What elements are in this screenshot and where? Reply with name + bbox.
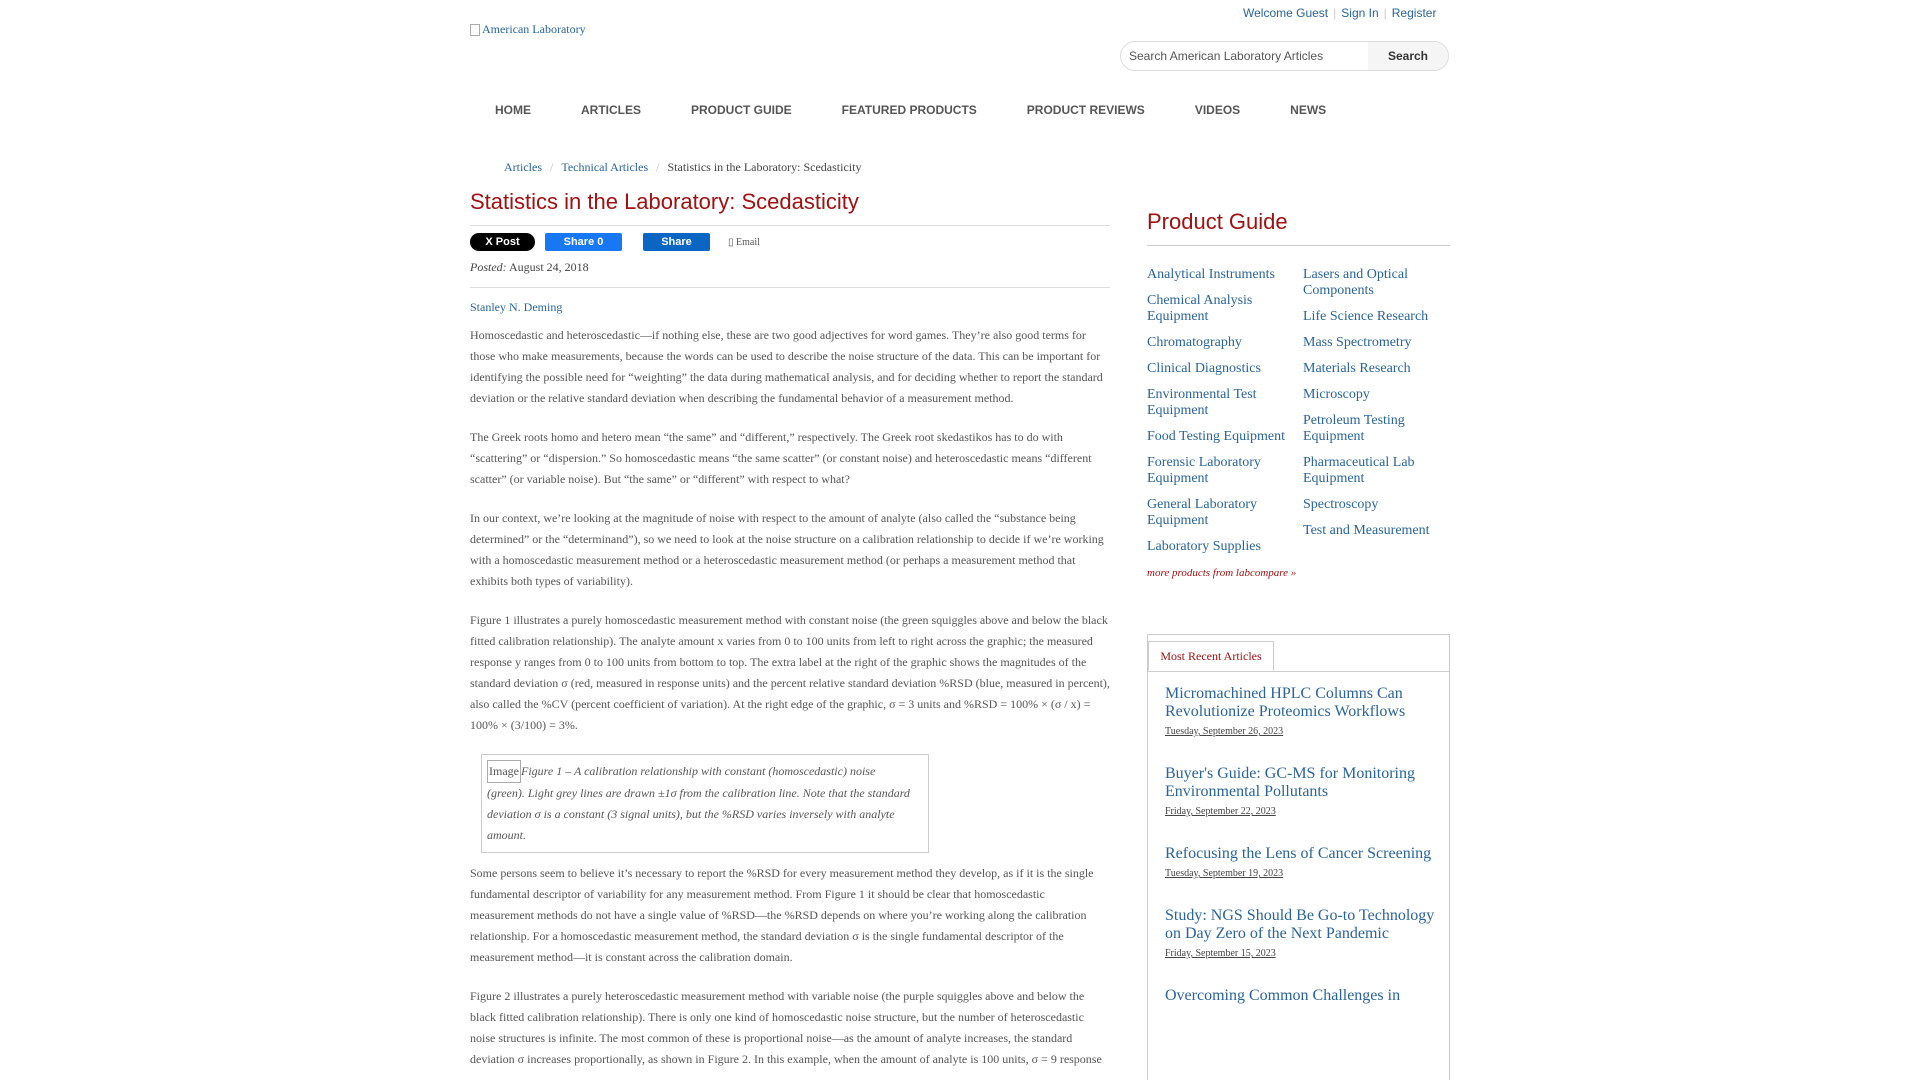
breadcrumb-current: Statistics in the Laboratory: Scedastici… (667, 160, 862, 174)
nav-product-guide[interactable]: PRODUCT GUIDE (666, 101, 817, 119)
divider: | (1333, 6, 1337, 20)
list-item: Study: NGS Should Be Go-to Technology on… (1165, 907, 1440, 959)
product-link[interactable]: Petroleum Testing Equipment (1303, 413, 1450, 445)
home-icon[interactable] (478, 161, 492, 174)
tab-divider (1148, 671, 1449, 672)
recent-article-link[interactable]: Micromachined HPLC Columns Can Revolutio… (1165, 685, 1440, 721)
product-link[interactable]: Spectroscopy (1303, 497, 1450, 513)
search-input[interactable]: Search American Laboratory Articles (1121, 49, 1368, 63)
product-guide-col1: Analytical Instruments Chemical Analysis… (1147, 257, 1303, 555)
linkedin-share-button[interactable]: Share (643, 233, 710, 251)
facebook-share-button[interactable]: Share 0 (545, 233, 622, 251)
divider: | (1383, 6, 1387, 20)
share-row: X Post Share 0 Share ▯ Email (470, 232, 1110, 252)
product-link[interactable]: Chemical Analysis Equipment (1147, 293, 1303, 325)
product-link[interactable]: Food Testing Equipment (1147, 429, 1303, 445)
recent-article-date: Tuesday, September 19, 2023 (1165, 868, 1284, 879)
nav-featured-products[interactable]: FEATURED PRODUCTS (817, 101, 1002, 119)
product-link[interactable]: Test and Measurement (1303, 523, 1450, 539)
article-title: Statistics in the Laboratory: Scedastici… (470, 189, 1110, 226)
product-guide-title: Product Guide (1147, 209, 1450, 246)
product-link[interactable]: Forensic Laboratory Equipment (1147, 455, 1303, 487)
recent-articles-panel: Most Recent Articles Micromachined HPLC … (1147, 634, 1450, 1080)
product-link[interactable]: Chromatography (1147, 335, 1303, 351)
article-main: Statistics in the Laboratory: Scedastici… (470, 189, 1110, 1070)
product-link[interactable]: Mass Spectrometry (1303, 335, 1450, 351)
recent-article-link[interactable]: Refocusing the Lens of Cancer Screening (1165, 845, 1440, 863)
welcome-text: Welcome Guest (1243, 6, 1329, 20)
figure-image-placeholder: Image (487, 760, 521, 783)
main-nav: HOME ARTICLES PRODUCT GUIDE FEATURED PRO… (470, 101, 1351, 119)
figure-1: Image Figure 1 – A calibration relationsh… (481, 754, 929, 853)
email-link[interactable]: ▯ Email (728, 237, 760, 248)
article-paragraph: Figure 1 illustrates a purely homoscedas… (470, 613, 1110, 732)
article-paragraph: Some persons seem to believe it’s necess… (470, 866, 1094, 964)
product-link[interactable]: Pharmaceutical Lab Equipment (1303, 455, 1450, 487)
product-link[interactable]: Clinical Diagnostics (1147, 361, 1303, 377)
product-guide-grid: Analytical Instruments Chemical Analysis… (1147, 257, 1450, 555)
more-products-link[interactable]: more products from labcompare » (1147, 567, 1450, 579)
product-guide: Product Guide Analytical Instruments Che… (1147, 209, 1450, 579)
breadcrumb-technical-articles[interactable]: Technical Articles (561, 160, 648, 175)
recent-article-date: Tuesday, September 26, 2023 (1165, 726, 1284, 737)
nav-news[interactable]: NEWS (1265, 101, 1351, 119)
search-bar: Search American Laboratory Articles Sear… (1120, 41, 1449, 71)
product-link[interactable]: Microscopy (1303, 387, 1450, 403)
article-paragraph: The Greek roots homo and hetero mean “th… (470, 430, 1092, 486)
recent-article-date: Friday, September 22, 2023 (1165, 806, 1276, 817)
tab-most-recent-articles[interactable]: Most Recent Articles (1148, 641, 1274, 671)
nav-home[interactable]: HOME (470, 101, 556, 119)
email-label: Email (736, 236, 760, 248)
breadcrumb-separator: / (656, 160, 660, 174)
search-button[interactable]: Search (1368, 42, 1448, 70)
list-item: Overcoming Common Challenges in (1165, 987, 1440, 1005)
posted-date: August 24, 2018 (509, 260, 589, 274)
list-item: Refocusing the Lens of Cancer Screening … (1165, 845, 1440, 879)
breadcrumb-articles[interactable]: Articles (504, 160, 542, 175)
posted-line: Posted: August 24, 2018 (470, 260, 1110, 288)
product-link[interactable]: General Laboratory Equipment (1147, 497, 1303, 529)
article-paragraph: Homoscedastic and heteroscedastic—if not… (470, 328, 1103, 405)
breadcrumb: Articles / Technical Articles / Statisti… (478, 160, 861, 175)
recent-articles-list: Micromachined HPLC Columns Can Revolutio… (1165, 685, 1440, 1033)
figure-caption: Figure 1 – A calibration relationship wi… (487, 764, 910, 842)
product-link[interactable]: Analytical Instruments (1147, 267, 1303, 283)
product-link[interactable]: Life Science Research (1303, 309, 1450, 325)
posted-label: Posted: (470, 260, 507, 274)
register-link[interactable]: Register (1392, 6, 1437, 20)
nav-videos[interactable]: VIDEOS (1170, 101, 1265, 119)
broken-image-icon (470, 23, 480, 36)
recent-article-link[interactable]: Study: NGS Should Be Go-to Technology on… (1165, 907, 1440, 943)
product-link[interactable]: Laboratory Supplies (1147, 539, 1303, 555)
product-link[interactable]: Lasers and Optical Components (1303, 267, 1450, 299)
product-link[interactable]: Environmental Test Equipment (1147, 387, 1303, 419)
recent-article-link[interactable]: Overcoming Common Challenges in (1165, 987, 1440, 1005)
list-item: Micromachined HPLC Columns Can Revolutio… (1165, 685, 1440, 737)
article-paragraph: In our context, we’re looking at the mag… (470, 511, 1104, 588)
breadcrumb-separator: / (550, 160, 554, 174)
user-bar: Welcome Guest | Sign In | Register (1238, 6, 1441, 20)
product-link[interactable]: Materials Research (1303, 361, 1450, 377)
recent-article-link[interactable]: Buyer's Guide: GC-MS for Monitoring Envi… (1165, 765, 1440, 801)
list-item: Buyer's Guide: GC-MS for Monitoring Envi… (1165, 765, 1440, 817)
site-logo[interactable]: American Laboratory (470, 22, 586, 37)
nav-articles[interactable]: ARTICLES (556, 101, 666, 119)
author-link[interactable]: Stanley N. Deming (470, 300, 1110, 315)
nav-product-reviews[interactable]: PRODUCT REVIEWS (1002, 101, 1170, 119)
logo-alt-text: American Laboratory (482, 22, 586, 36)
x-post-button[interactable]: X Post (470, 233, 535, 251)
recent-article-date: Friday, September 15, 2023 (1165, 948, 1276, 959)
article-paragraph: Figure 2 illustrates a purely heterosced… (470, 989, 1102, 1066)
email-icon: ▯ (728, 236, 737, 248)
signin-link[interactable]: Sign In (1341, 6, 1378, 20)
product-guide-col2: Lasers and Optical Components Life Scien… (1303, 257, 1450, 555)
